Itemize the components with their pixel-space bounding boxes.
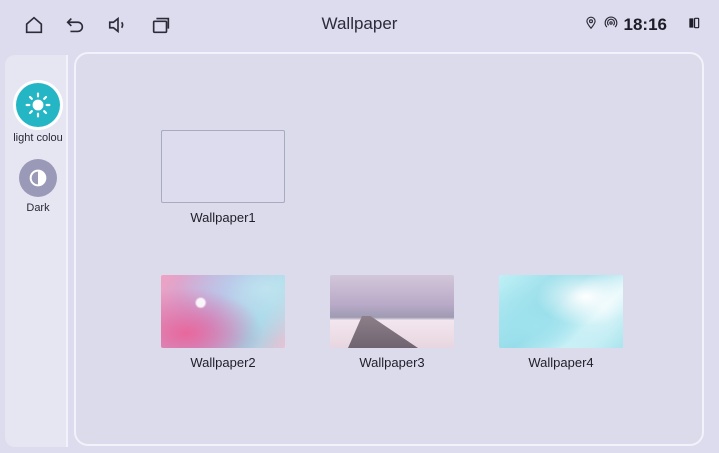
sun-icon: [25, 92, 51, 118]
wallpaper-thumbnail-4[interactable]: [499, 275, 623, 348]
clock: 18:16: [623, 15, 667, 34]
mode-dark-button[interactable]: [19, 159, 57, 197]
location-icon: [584, 16, 598, 35]
wallpaper-item-2[interactable]: Wallpaper2: [161, 275, 285, 370]
contrast-icon: [29, 169, 47, 187]
wallpaper-thumbnail-1[interactable]: [161, 130, 285, 203]
wallpaper-label-1: Wallpaper1: [190, 210, 256, 225]
wallpaper-label-3: Wallpaper3: [359, 355, 425, 370]
wallpaper-label-2: Wallpaper2: [190, 355, 256, 370]
wallpaper-item-3[interactable]: Wallpaper3: [330, 275, 454, 370]
mode-light-label: light colou: [13, 132, 63, 144]
wallpaper-grid: Wallpaper1 Wallpaper2 Wallpaper3 Wallpap…: [74, 52, 704, 446]
wallpaper-item-1[interactable]: Wallpaper1: [161, 130, 285, 225]
status-bar: Wallpaper 18:16: [0, 0, 719, 50]
status-indicators: 18:16: [584, 14, 701, 36]
mode-dark[interactable]: Dark: [5, 159, 71, 214]
split-screen-icon[interactable]: [687, 16, 701, 35]
mode-light[interactable]: light colou: [5, 83, 71, 144]
wallpaper-item-4[interactable]: Wallpaper4: [499, 275, 623, 370]
hotspot-icon: [604, 16, 618, 35]
mode-dark-label: Dark: [26, 202, 50, 214]
theme-sidebar: light colou Dark: [5, 55, 68, 447]
mode-light-button[interactable]: [16, 83, 60, 127]
wallpaper-thumbnail-3[interactable]: [330, 275, 454, 348]
wallpaper-label-4: Wallpaper4: [528, 355, 594, 370]
wallpaper-thumbnail-2[interactable]: [161, 275, 285, 348]
